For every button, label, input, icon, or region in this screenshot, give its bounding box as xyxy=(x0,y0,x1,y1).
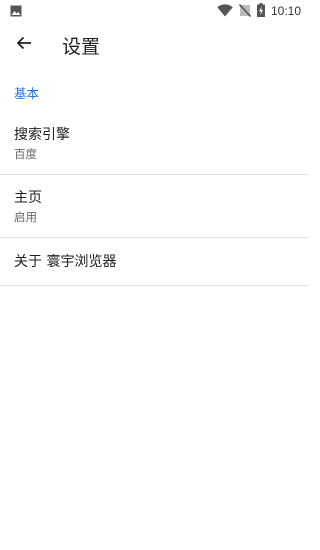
battery-charging-icon xyxy=(256,2,265,21)
pref-title: 关于 寰宇浏览器 xyxy=(14,254,117,270)
app-bar: 设置 xyxy=(0,22,309,68)
status-bar: 10:10 xyxy=(0,0,309,22)
pref-summary: 启用 xyxy=(14,210,37,224)
preference-list: 搜索引擎 百度 主页 启用 关于 寰宇浏览器 xyxy=(0,112,309,286)
pref-search-engine[interactable]: 搜索引擎 百度 xyxy=(0,112,309,175)
pref-about[interactable]: 关于 寰宇浏览器 xyxy=(0,238,309,286)
page-title: 设置 xyxy=(62,35,101,58)
pref-homepage[interactable]: 主页 启用 xyxy=(0,175,309,238)
image-icon xyxy=(10,2,22,21)
pref-title: 搜索引擎 xyxy=(14,127,70,143)
status-time: 10:10 xyxy=(270,4,301,18)
wifi-icon xyxy=(217,2,233,21)
pref-summary: 百度 xyxy=(14,147,37,161)
back-button[interactable] xyxy=(0,22,48,68)
section-header-basic: 基本 xyxy=(14,86,40,101)
no-sim-icon xyxy=(238,2,252,21)
pref-title: 主页 xyxy=(14,190,42,206)
settings-screen: 10:10 设置 基本 搜索引擎 百度 主页 启用 关于 寰宇浏览器 xyxy=(0,0,309,550)
arrow-left-icon xyxy=(16,35,32,55)
